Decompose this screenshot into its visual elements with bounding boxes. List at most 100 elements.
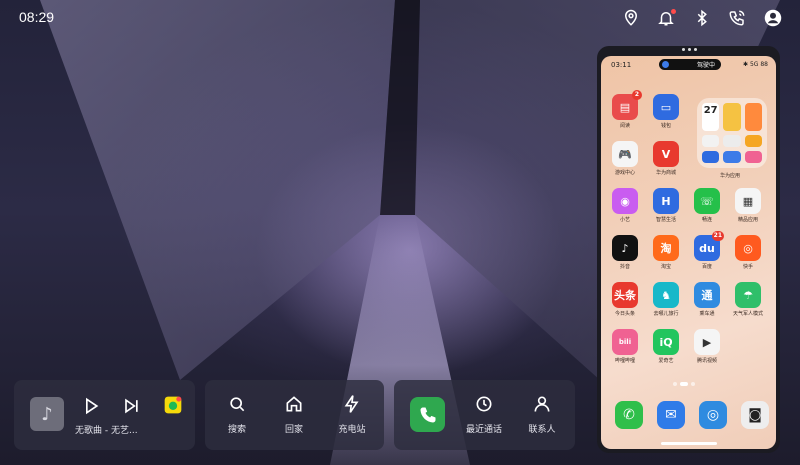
camera-app-icon[interactable]: ◙ bbox=[741, 401, 769, 429]
phone-mirror-panel[interactable]: 03:11 驾驶中 ✱ 5G 88 ▤ 2 阅读 ▭ 钱包 🎮 游戏中心 V 华为商城 ◉ 小艺 H 智… bbox=[597, 46, 780, 453]
song-title: 无歌曲 - 无艺... bbox=[75, 426, 138, 436]
notification-dot bbox=[671, 9, 676, 14]
gallery-icon bbox=[744, 151, 762, 163]
phone-app[interactable]: ▭ 钱包 bbox=[650, 94, 682, 129]
app-icon: ♞ bbox=[653, 282, 679, 308]
app-icon: ☏ bbox=[694, 188, 720, 214]
app-label: 腾讯视频 bbox=[696, 358, 717, 364]
recent-calls-label: 最近通话 bbox=[465, 425, 502, 435]
phone-app[interactable]: bili 哔哩哔哩 bbox=[609, 329, 641, 364]
music-note-icon[interactable]: ♪ bbox=[30, 397, 64, 431]
app-label: 哔哩哔哩 bbox=[614, 358, 635, 364]
tools-icon bbox=[723, 135, 741, 147]
app-label: 小艺 bbox=[619, 217, 630, 223]
search-label: 搜索 bbox=[227, 425, 246, 435]
music-app-icon[interactable] bbox=[163, 395, 183, 415]
app-icon: ▦ bbox=[735, 188, 761, 214]
bluetooth-icon[interactable] bbox=[693, 9, 711, 27]
phone-status: ✱ 5G 88 bbox=[743, 61, 768, 68]
app-badge: 2 bbox=[632, 90, 642, 100]
phone-screen[interactable]: 03:11 驾驶中 ✱ 5G 88 ▤ 2 阅读 ▭ 钱包 🎮 游戏中心 V 华为商城 ◉ 小艺 H 智… bbox=[601, 56, 776, 449]
app-icon: ▭ bbox=[653, 94, 679, 120]
driving-pill[interactable]: 驾驶中 bbox=[659, 59, 721, 70]
skip-next-icon[interactable] bbox=[121, 396, 141, 416]
clock: 08:29 bbox=[19, 9, 55, 25]
phone-app[interactable]: 淘淘宝 bbox=[650, 235, 682, 270]
app-label: 淘宝 bbox=[660, 264, 671, 270]
files-icon bbox=[744, 135, 762, 147]
phone-app[interactable]: ▶ 腾讯视频 bbox=[691, 329, 723, 364]
browser-app-icon[interactable]: ◎ bbox=[699, 401, 727, 429]
theme-icon bbox=[744, 103, 762, 131]
app-label: 乘车通 bbox=[699, 311, 715, 317]
search-button[interactable]: 搜索 bbox=[217, 394, 257, 435]
app-icon: bili bbox=[612, 329, 638, 355]
phone-app[interactable]: ▤ 2 阅读 bbox=[609, 90, 642, 129]
phone-app[interactable]: H 智慧生活 bbox=[650, 188, 682, 223]
wireless-phone-icon[interactable] bbox=[728, 9, 746, 27]
lightning-icon bbox=[344, 395, 359, 413]
huawei-apps-folder-label: 华为应用 bbox=[719, 173, 740, 179]
notification-bell-icon[interactable] bbox=[657, 9, 676, 27]
location-icon[interactable] bbox=[622, 9, 640, 27]
messages-app-icon[interactable]: ✉ bbox=[657, 401, 685, 429]
home-indicator[interactable] bbox=[661, 442, 717, 445]
phone-dock: ✆ ✉ ◎ ◙ bbox=[609, 401, 769, 437]
phone-app[interactable]: du 21 百度 bbox=[691, 231, 724, 270]
home-label: 回家 bbox=[284, 425, 303, 435]
app-label: 快手 bbox=[742, 264, 753, 270]
media-card: ♪ 无歌曲 - 无艺... bbox=[14, 380, 195, 450]
app-icon: 头条 bbox=[612, 282, 638, 308]
mail-icon bbox=[723, 151, 741, 163]
app-icon: ♪ bbox=[612, 235, 638, 261]
app-badge: 21 bbox=[711, 231, 724, 241]
phone-app-icon[interactable]: ✆ bbox=[615, 401, 643, 429]
play-icon[interactable] bbox=[81, 396, 101, 416]
communication-card: 最近通话 联系人 bbox=[394, 380, 575, 450]
phone-app[interactable]: ◉ 小艺 bbox=[609, 188, 641, 223]
user-avatar-icon[interactable] bbox=[764, 9, 782, 27]
contacts-label: 联系人 bbox=[528, 425, 556, 435]
compass-icon bbox=[702, 151, 720, 163]
charging-station-label: 充电站 bbox=[338, 425, 366, 435]
phone-app[interactable]: ▦ 精品应用 bbox=[732, 188, 764, 223]
app-icon: ☂ bbox=[735, 282, 761, 308]
folder-label-wrap: 华为应用 bbox=[714, 170, 746, 179]
app-label: 百度 bbox=[701, 264, 712, 270]
search-icon bbox=[230, 397, 245, 412]
phone-app[interactable]: V 华为商城 bbox=[650, 141, 682, 176]
phone-app[interactable]: ☏ 畅连 bbox=[691, 188, 723, 223]
phone-app[interactable]: ☂ 天气军人模式 bbox=[732, 282, 764, 317]
driving-pill-text: 驾驶中 bbox=[696, 62, 715, 69]
contacts-button[interactable]: 联系人 bbox=[522, 394, 562, 435]
clock-icon bbox=[476, 396, 492, 412]
app-icon: iQ bbox=[653, 329, 679, 355]
app-icon: 🎮 bbox=[612, 141, 638, 167]
phone-app[interactable]: 通乘车通 bbox=[691, 282, 723, 317]
drag-handle[interactable] bbox=[682, 48, 697, 51]
recent-calls-button[interactable]: 最近通话 bbox=[464, 394, 504, 435]
phone-app[interactable]: 头条 今日头条 bbox=[609, 282, 641, 317]
calendar-icon: 27 bbox=[702, 103, 720, 131]
app-label: 精品应用 bbox=[737, 217, 758, 223]
status-bar: 08:29 bbox=[0, 0, 800, 36]
notes-icon bbox=[723, 103, 741, 131]
phone-icon[interactable] bbox=[410, 397, 445, 432]
app-icon: 淘 bbox=[653, 235, 679, 261]
charging-station-button[interactable]: 充电站 bbox=[332, 394, 372, 435]
app-icon: ▶ bbox=[694, 329, 720, 355]
phone-app[interactable]: ♪ 抖音 bbox=[609, 235, 641, 270]
app-label: 去哪儿旅行 bbox=[653, 311, 679, 317]
app-icon: ▤ 2 bbox=[612, 90, 642, 120]
app-icon: ◎ bbox=[735, 235, 761, 261]
car-icon bbox=[662, 61, 669, 68]
app-label: 畅连 bbox=[701, 217, 712, 223]
clock-app-icon bbox=[702, 135, 720, 147]
phone-app[interactable]: ◎ 快手 bbox=[732, 235, 764, 270]
phone-app[interactable]: ♞ 去哪儿旅行 bbox=[650, 282, 682, 317]
app-label: 游戏中心 bbox=[614, 170, 635, 176]
phone-app[interactable]: iQ 爱奇艺 bbox=[650, 329, 682, 364]
huawei-apps-folder[interactable]: 27 bbox=[697, 98, 767, 168]
home-button[interactable]: 回家 bbox=[274, 394, 314, 435]
phone-app[interactable]: 🎮 游戏中心 bbox=[609, 141, 641, 176]
